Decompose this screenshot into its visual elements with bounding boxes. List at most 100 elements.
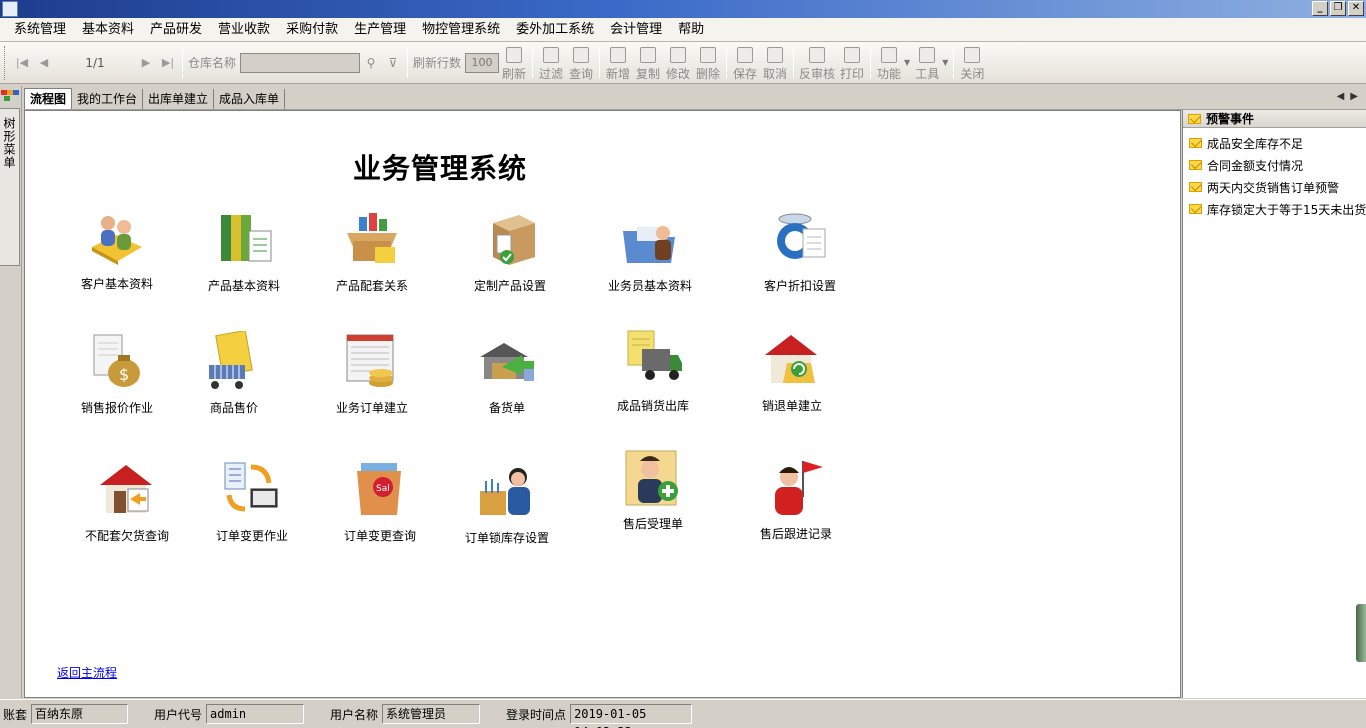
- next-page-icon[interactable]: ▶: [135, 48, 157, 78]
- tile-customer-info[interactable]: 客户基本资料: [52, 207, 182, 292]
- tile-product-bundle[interactable]: 产品配套关系: [307, 209, 437, 294]
- tile-stock-prep[interactable]: 备货单: [442, 331, 572, 416]
- tile-sales-order[interactable]: 业务订单建立: [307, 331, 437, 416]
- tab-flowchart[interactable]: 流程图: [24, 88, 73, 109]
- binoculars-icon[interactable]: ⚲: [360, 51, 382, 75]
- alert-item-label: 库存锁定大于等于15天未出货: [1207, 202, 1366, 217]
- tile-sales-return[interactable]: 销退单建立: [727, 329, 857, 414]
- alert-item-label: 两天内交货销售订单预警: [1207, 180, 1340, 195]
- query-button[interactable]: 查询: [566, 44, 596, 82]
- menu-basic-data[interactable]: 基本资料: [74, 18, 142, 42]
- tile-sales-quotation[interactable]: $ 销售报价作业: [52, 331, 182, 416]
- tab-outbound-order[interactable]: 出库单建立: [143, 89, 215, 109]
- menu-material-control[interactable]: 物控管理系统: [414, 18, 508, 42]
- tile-label: 售后跟进记录: [759, 527, 832, 541]
- window-controls: _ ❐ ✕: [1312, 1, 1364, 16]
- warehouse-arrow-icon: [480, 343, 534, 381]
- query-icon: [573, 46, 590, 63]
- tile-salesperson-info[interactable]: 业务员基本资料: [585, 209, 715, 294]
- tile-label: 业务员基本资料: [607, 279, 692, 293]
- restore-icon[interactable]: ❐: [1330, 1, 1346, 16]
- tools-button[interactable]: 工具: [912, 44, 942, 82]
- menu-production[interactable]: 生产管理: [346, 18, 414, 42]
- tile-after-sales-followup[interactable]: 售后跟进记录: [731, 457, 861, 542]
- back-to-main-flow-link[interactable]: 返回主流程: [57, 664, 117, 681]
- toolbar-separator: [870, 47, 872, 78]
- left-side-strip: 树形菜单: [0, 86, 22, 698]
- last-page-icon[interactable]: ▶|: [157, 48, 179, 78]
- refresh-rows-label: 刷新行数: [413, 56, 462, 70]
- app-icon: [2, 1, 18, 17]
- cancel-button[interactable]: 取消: [760, 44, 790, 82]
- function-dropdown-icon[interactable]: ▼: [904, 58, 910, 67]
- refresh-button[interactable]: 刷新: [499, 44, 529, 82]
- tab-scroll-arrows: ◀ ▶: [1337, 91, 1358, 102]
- tile-custom-product[interactable]: 定制产品设置: [445, 209, 575, 294]
- menu-sales-receipt[interactable]: 营业收款: [210, 18, 278, 42]
- print-button[interactable]: 打印: [837, 44, 867, 82]
- tile-label: 订单锁库存设置: [464, 531, 549, 545]
- tab-scroll-right-icon[interactable]: ▶: [1350, 91, 1358, 102]
- close-icon[interactable]: ✕: [1348, 1, 1364, 16]
- tab-finished-goods-inbound[interactable]: 成品入库单: [214, 89, 286, 109]
- tile-product-info[interactable]: 产品基本资料: [179, 209, 309, 294]
- tile-order-change[interactable]: 订单变更作业: [187, 459, 317, 544]
- account-label: 账套: [3, 707, 28, 722]
- menu-help[interactable]: 帮助: [670, 18, 712, 42]
- refresh-button-label: 刷新: [502, 66, 527, 81]
- first-page-icon[interactable]: |◀: [11, 48, 33, 78]
- alert-item-contract-payment[interactable]: 合同金额支付情况: [1183, 154, 1366, 176]
- filter-clear-icon[interactable]: ⊽: [382, 51, 404, 75]
- refresh-rows-input[interactable]: 100: [465, 52, 500, 73]
- close-button[interactable]: 关闭: [957, 44, 987, 82]
- menu-system[interactable]: 系统管理: [6, 18, 74, 42]
- delete-button[interactable]: 删除: [693, 44, 723, 82]
- alert-item-locked-stock[interactable]: 库存锁定大于等于15天未出货: [1183, 198, 1366, 220]
- menu-outsourcing[interactable]: 委外加工系统: [508, 18, 602, 42]
- tools-icon: [919, 46, 936, 63]
- undo-icon: [767, 46, 784, 63]
- edit-button[interactable]: 修改: [663, 44, 693, 82]
- add-button-label: 新增: [606, 66, 631, 81]
- alert-item-delivery-warning[interactable]: 两天内交货销售订单预警: [1183, 176, 1366, 198]
- new-document-icon: [610, 46, 627, 63]
- menu-product-rd[interactable]: 产品研发: [142, 18, 210, 42]
- prev-page-icon[interactable]: ◀: [33, 48, 55, 78]
- tile-after-sales-ticket[interactable]: 售后受理单: [588, 447, 718, 532]
- alert-panel-title: 预警事件: [1206, 112, 1255, 126]
- side-grip-handle[interactable]: [1356, 604, 1366, 662]
- unapprove-button[interactable]: 反审核: [797, 44, 837, 82]
- tile-order-stock-lock[interactable]: 订单锁库存设置: [442, 461, 572, 546]
- tab-my-workbench[interactable]: 我的工作台: [72, 89, 144, 109]
- money-bag-document-icon: $: [93, 334, 140, 387]
- cancel-button-label: 取消: [763, 66, 788, 81]
- tab-scroll-left-icon[interactable]: ◀: [1337, 91, 1345, 102]
- toolbar-grip: [4, 45, 7, 80]
- tile-customer-discount[interactable]: 客户折扣设置: [735, 209, 865, 294]
- order-change-icon: [224, 462, 278, 512]
- minimize-icon[interactable]: _: [1312, 1, 1328, 16]
- tile-shortage-query[interactable]: 不配套欠货查询: [62, 459, 192, 544]
- tile-label: 商品售价: [209, 401, 258, 415]
- tile-label: 产品基本资料: [207, 279, 280, 293]
- warehouse-input[interactable]: [240, 52, 361, 73]
- tile-order-change-query[interactable]: Sal 订单变更查询: [315, 459, 445, 544]
- function-button[interactable]: 功能: [874, 44, 904, 82]
- tile-product-price[interactable]: 商品售价: [169, 331, 299, 416]
- tree-menu-tab[interactable]: 树形菜单: [0, 108, 20, 266]
- filter-button[interactable]: 过滤: [536, 44, 566, 82]
- tile-label: 客户基本资料: [80, 277, 153, 291]
- copy-button[interactable]: 复制: [633, 44, 663, 82]
- save-button[interactable]: 保存: [730, 44, 760, 82]
- house-document-icon: [100, 465, 152, 513]
- menu-purchase-payment[interactable]: 采购付款: [278, 18, 346, 42]
- tools-dropdown-icon[interactable]: ▼: [942, 58, 948, 67]
- tools-button-label: 工具: [915, 66, 940, 81]
- window-list-icon[interactable]: [1, 88, 19, 102]
- menu-accounting[interactable]: 会计管理: [602, 18, 670, 42]
- user-name-value: 系统管理员: [382, 704, 481, 724]
- add-button[interactable]: 新增: [603, 44, 633, 82]
- alert-item-safety-stock[interactable]: 成品安全库存不足: [1183, 132, 1366, 154]
- toolbar-separator: [599, 47, 601, 78]
- tile-finished-goods-shipment[interactable]: 成品销货出库: [588, 329, 718, 414]
